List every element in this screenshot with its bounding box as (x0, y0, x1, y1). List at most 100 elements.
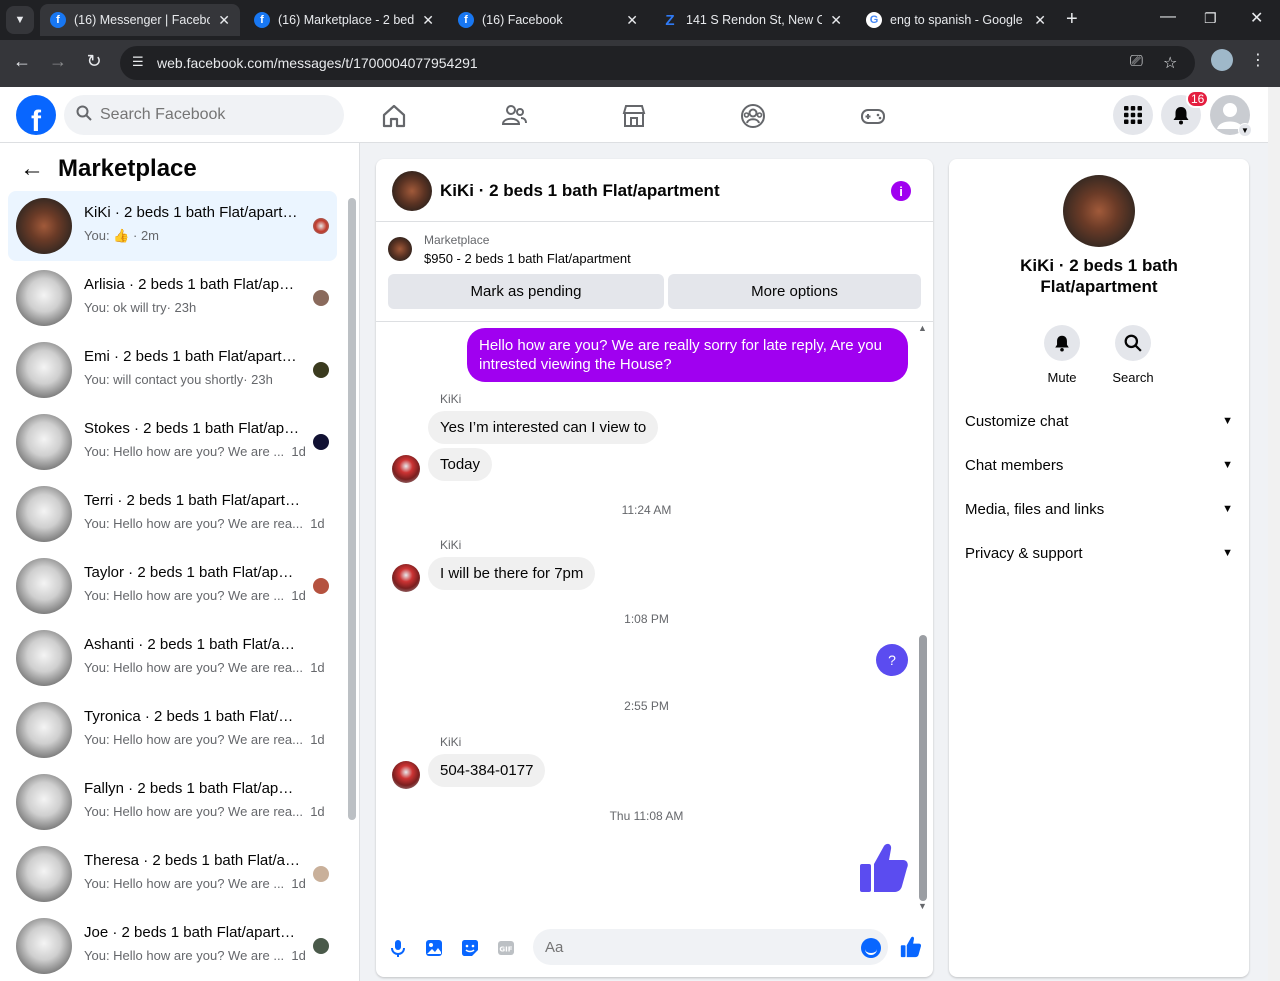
close-window-icon[interactable]: ✕ (1250, 8, 1263, 28)
conversation-item[interactable]: Tyronica · 2 beds 1 bath Flat/apartment … (8, 695, 337, 765)
read-receipt-avatar (313, 362, 329, 378)
contact-avatar[interactable] (1063, 175, 1135, 247)
menu-grid-button[interactable] (1113, 95, 1153, 135)
friends-icon[interactable] (500, 102, 528, 130)
customize-chat-section[interactable]: Customize chat ▼ (965, 409, 1233, 433)
gaming-icon[interactable] (859, 102, 887, 130)
panel-title: Marketplace (58, 155, 197, 182)
page-scrollbar[interactable] (1268, 87, 1280, 981)
chrome-profile-avatar[interactable] (1211, 49, 1233, 71)
chat-avatar[interactable] (392, 171, 432, 211)
conversation-item[interactable]: Emi · 2 beds 1 bath Flat/apartment You: … (8, 335, 337, 405)
address-bar[interactable]: ☰ web.facebook.com/messages/t/1700004077… (120, 46, 1195, 80)
home-icon[interactable] (380, 102, 408, 130)
scroll-down-arrow-icon[interactable]: ▼ (918, 901, 927, 911)
conversation-item[interactable]: Arlisia · 2 beds 1 bath Flat/apartment Y… (8, 263, 337, 333)
search-in-chat-button[interactable]: Search (1098, 325, 1168, 385)
sticker-icon[interactable] (461, 939, 479, 957)
bookmark-star-icon[interactable]: ☆ (1163, 53, 1177, 73)
chat-members-section[interactable]: Chat members ▼ (965, 453, 1233, 477)
close-tab-icon[interactable]: ✕ (218, 12, 230, 29)
sender-name: KiKi (440, 538, 462, 552)
chat-title[interactable]: KiKi · 2 beds 1 bath Flat/apartment (440, 181, 720, 201)
photo-icon[interactable] (425, 939, 443, 957)
timestamp: Thu 11:08 AM (609, 809, 684, 823)
listing-thumbnail (16, 774, 72, 830)
conversation-item[interactable]: Theresa · 2 beds 1 bath Flat/apartment Y… (8, 839, 337, 909)
more-options-button[interactable]: More options (668, 274, 921, 309)
incoming-message[interactable]: 504-384-0177 (428, 754, 546, 787)
incoming-message[interactable]: Today (428, 448, 493, 481)
incoming-message[interactable]: I will be there for 7pm (428, 557, 596, 590)
marketplace-icon[interactable] (620, 102, 648, 130)
gif-icon[interactable]: GIF (497, 939, 515, 957)
outgoing-message[interactable]: Hello how are you? We are really sorry f… (467, 328, 908, 382)
sender-name: KiKi (440, 735, 462, 749)
url-text[interactable]: web.facebook.com/messages/t/170000407795… (157, 55, 478, 71)
browser-tab-zillow[interactable]: Z 141 S Rendon St, New Or ✕ (652, 4, 852, 36)
conversation-item[interactable]: Taylor · 2 beds 1 bath Flat/apartment Yo… (8, 551, 337, 621)
close-tab-icon[interactable]: ✕ (830, 12, 842, 29)
emoji-icon[interactable] (861, 938, 881, 958)
conversation-item[interactable]: Terri · 2 beds 1 bath Flat/apartment You… (8, 479, 337, 549)
listing-thumbnail (16, 846, 72, 902)
chevron-down-icon: ▼ (1222, 503, 1233, 515)
contact-name: KiKi · 2 beds 1 bath Flat/apartment (1020, 256, 1178, 296)
outgoing-message[interactable]: ? (876, 644, 908, 676)
conversation-item[interactable]: Fallyn · 2 beds 1 bath Flat/apartment Yo… (8, 767, 337, 837)
message-input[interactable] (533, 929, 888, 965)
new-tab-button[interactable]: + (1066, 8, 1078, 31)
message-composer: GIF (376, 917, 933, 977)
info-icon[interactable]: i (891, 181, 911, 201)
browser-tab-google[interactable]: G eng to spanish - Google ✕ (856, 4, 1056, 36)
mute-button[interactable]: Mute (1027, 325, 1097, 385)
search-input[interactable] (100, 106, 320, 124)
forward-icon[interactable]: → (46, 51, 70, 72)
facebook-logo-icon[interactable]: f (16, 95, 56, 135)
conversation-item[interactable]: Joe · 2 beds 1 bath Flat/apartment You: … (8, 911, 337, 981)
chat-list-scrollbar[interactable] (348, 198, 356, 820)
conversation-item[interactable]: Ashanti · 2 beds 1 bath Flat/apartment Y… (8, 623, 337, 693)
microphone-icon[interactable] (389, 939, 407, 957)
groups-icon[interactable] (739, 102, 767, 130)
install-app-icon[interactable]: ⎚ (1130, 53, 1143, 71)
conversation-item[interactable]: Stokes · 2 beds 1 bath Flat/apartment Yo… (8, 407, 337, 477)
chevron-down-icon: ▼ (1222, 459, 1233, 471)
chrome-menu-icon[interactable]: ⋮ (1250, 50, 1266, 70)
incoming-message[interactable]: Yes I’m interested can I view to (428, 411, 659, 444)
browser-tab-facebook[interactable]: f (16) Facebook ✕ (448, 4, 648, 36)
minimize-icon[interactable]: — (1160, 8, 1176, 26)
listing-price[interactable]: $950 - 2 beds 1 bath Flat/apartment (424, 251, 631, 266)
listing-thumbnail[interactable] (388, 237, 412, 261)
thumbs-up-icon[interactable] (860, 842, 908, 894)
back-arrow-icon[interactable]: ← (20, 155, 44, 183)
browser-tab-marketplace[interactable]: f (16) Marketplace - 2 beds ✕ (244, 4, 444, 36)
sender-avatar[interactable] (392, 455, 420, 483)
media-files-links-section[interactable]: Media, files and links ▼ (965, 497, 1233, 521)
conversation-item[interactable]: KiKi · 2 beds 1 bath Flat/apartment You:… (8, 191, 337, 261)
site-info-icon[interactable]: ☰ (132, 54, 144, 70)
close-tab-icon[interactable]: ✕ (626, 12, 638, 29)
panel-header: ← Marketplace (20, 155, 197, 183)
close-tab-icon[interactable]: ✕ (1034, 12, 1046, 29)
mark-as-pending-button[interactable]: Mark as pending (388, 274, 664, 309)
search-box[interactable] (64, 95, 344, 135)
browser-tab-messenger[interactable]: f (16) Messenger | Facebook ✕ (40, 4, 240, 36)
sender-avatar[interactable] (392, 564, 420, 592)
privacy-support-section[interactable]: Privacy & support ▼ (965, 541, 1233, 565)
message-scrollbar[interactable] (919, 635, 927, 901)
scroll-up-arrow-icon[interactable]: ▲ (918, 323, 927, 333)
like-send-icon[interactable] (900, 936, 922, 958)
read-receipt-avatar (313, 578, 329, 594)
sender-avatar[interactable] (392, 761, 420, 789)
tab-search-button[interactable]: ▼ (6, 6, 34, 34)
close-tab-icon[interactable]: ✕ (422, 12, 434, 29)
listing-thumbnail (16, 918, 72, 974)
back-icon[interactable]: ← (10, 51, 34, 72)
account-avatar[interactable]: ▼ (1210, 95, 1252, 137)
reload-icon[interactable]: ↻ (82, 51, 106, 72)
bell-icon (1173, 107, 1189, 125)
restore-icon[interactable]: ❐ (1204, 10, 1217, 27)
thumbs-up-icon: 👍 (113, 228, 130, 243)
read-receipt-avatar (313, 434, 329, 450)
